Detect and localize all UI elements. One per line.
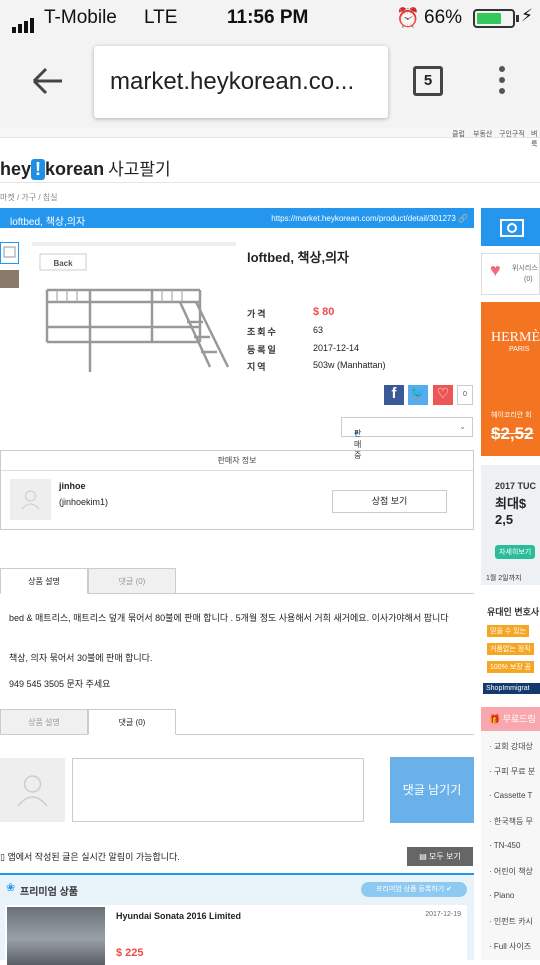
seller-id: (jinhoekim1) <box>59 497 109 507</box>
back-arrow-icon[interactable] <box>28 66 68 96</box>
status-bar: T-Mobile LTE 11:56 PM ⏰ 66% ⚡ <box>0 0 540 36</box>
hermes-ad[interactable]: HERMÈ PARIS 헤이코리안 회 $2,52 <box>481 302 540 456</box>
seller-name: jinhoe <box>59 481 86 491</box>
charging-icon: ⚡ <box>521 6 533 25</box>
spec-key: 가격 <box>247 309 268 319</box>
sidebar-camera-button[interactable] <box>481 208 540 246</box>
list-item[interactable]: · Full 사이즈 <box>489 941 531 952</box>
location-value: 503w (Manhattan) <box>313 360 386 370</box>
battery-icon <box>473 9 515 28</box>
premium-item-price: $ 225 <box>116 947 144 959</box>
list-item[interactable]: · 인펀트 카시 <box>489 916 533 927</box>
clock: 11:56 PM <box>227 7 309 28</box>
seller-header: 판매자 정보 <box>1 451 473 471</box>
top-link[interactable]: 클럽 <box>452 129 465 139</box>
premium-title: 프리미엄 상품 <box>20 887 78 898</box>
view-all-button[interactable]: ▤ 모두 보기 <box>407 847 473 866</box>
phone-icon: ▯ <box>0 852 5 862</box>
premium-item-date: 2017-12-19 <box>425 911 461 918</box>
thumbnail-1[interactable] <box>0 242 19 264</box>
network-type: LTE <box>144 7 178 28</box>
premium-section: ❀ 프리미엄 상품 프리미엄 상품 등록하기 ✔ Hyundai Sonata … <box>0 873 474 965</box>
seller-avatar <box>10 479 51 520</box>
list-item[interactable]: · TN-450 <box>489 841 520 850</box>
tab-description[interactable]: 상품 설명 <box>0 568 88 594</box>
immigration-ad[interactable]: 유대인 변호사 믿을 수 있는 거품없는 정직 100% 보장 꼼 ShopIm… <box>483 603 540 698</box>
spec-key: 조회수 <box>247 327 278 337</box>
seller-info: 판매자 정보 jinhoe (jinhoekim1) 상점 보기 <box>0 450 474 530</box>
section-name: 사고팔기 <box>108 160 171 179</box>
signal-icon <box>12 11 36 33</box>
divider <box>0 182 540 183</box>
facebook-share-icon[interactable]: f <box>384 385 404 405</box>
thumbnail-2[interactable] <box>0 270 19 288</box>
car-image <box>7 907 105 965</box>
tab-comments[interactable]: 댓글 (0) <box>88 709 176 735</box>
chevron-down-icon: ⌄ <box>459 422 466 431</box>
top-link[interactable]: 부동산 <box>473 129 492 139</box>
free-items-list: 🎁 무료드림 · 교회 강대상 · 구피 무료 분 · Cassette T ·… <box>481 707 540 960</box>
url-bar[interactable]: market.heykorean.co... <box>94 46 388 118</box>
tab-switcher-button[interactable]: 5 <box>413 66 443 96</box>
top-link[interactable]: 벼룩 <box>531 129 540 149</box>
like-count: 0 <box>457 385 473 405</box>
sidebar-wishlist[interactable]: ♥ 위시리스 (0) <box>481 253 540 295</box>
like-heart-icon[interactable]: ♡ <box>433 385 453 405</box>
product-title: loftbed, 책상,의자 <box>247 250 349 265</box>
more-menu-icon[interactable] <box>495 66 509 100</box>
description-line: 949 545 3505 문자 주세요 <box>9 679 111 689</box>
listing-bar-title: loftbed, 책상,의자 <box>10 217 86 228</box>
tuc-ad[interactable]: 2017 TUC 최대$ 2,5 자세히보기 1월 2일까지 <box>481 465 540 585</box>
tab-comments[interactable]: 댓글 (0) <box>88 568 176 594</box>
image-label: Back <box>53 259 73 268</box>
free-items-title: 🎁 무료드림 <box>481 707 540 731</box>
sale-status-select[interactable]: ● 판매중 ⌄ <box>341 417 473 460</box>
top-links-bar: 클럽 부동산 구인구직 벼룩 <box>0 128 540 148</box>
description-line: 책상, 의자 묶어서 30불에 판매 합니다. <box>9 653 153 663</box>
top-link[interactable]: 구인구직 <box>499 129 525 139</box>
listing-url-link[interactable]: https://market.heykorean.com/product/det… <box>271 214 468 223</box>
list-item[interactable]: · 어린이 책상 <box>489 866 533 877</box>
date-value: 2017-12-14 <box>313 343 360 353</box>
battery-cap <box>516 15 519 22</box>
commenter-avatar <box>0 758 65 822</box>
price-value: $ 80 <box>313 306 335 318</box>
tab-bar: 상품 설명 댓글 (0) <box>0 568 474 594</box>
premium-item[interactable]: Hyundai Sonata 2016 Limited 2017-12-19 $… <box>5 905 467 965</box>
tab-bar: 상품 설명 댓글 (0) <box>0 709 474 735</box>
product-image[interactable]: Back <box>32 242 236 376</box>
twitter-share-icon[interactable]: 🐦 <box>408 385 428 405</box>
comment-input[interactable] <box>72 758 364 822</box>
listing-title-bar: loftbed, 책상,의자 https://market.heykorean.… <box>0 208 474 228</box>
list-item[interactable]: · Cassette T <box>489 791 532 800</box>
list-item[interactable]: · 교회 강대상 <box>489 741 533 752</box>
browser-toolbar: market.heykorean.co... 5 <box>0 36 540 128</box>
url-text: market.heykorean.co... <box>110 68 355 95</box>
app-notice: ▯ 앱에서 작성된 글은 실시간 알림이 가능합니다. <box>0 852 180 862</box>
carrier: T-Mobile <box>44 7 117 28</box>
list-item[interactable]: · Piano <box>489 891 514 900</box>
alarm-icon: ⏰ <box>396 8 420 29</box>
premium-icon: ❀ <box>6 882 16 894</box>
views-value: 63 <box>313 325 324 335</box>
breadcrumb[interactable]: 마켓 / 가구 / 침실 <box>0 192 58 203</box>
submit-comment-button[interactable]: 댓글 남기기 <box>390 757 474 823</box>
tab-description[interactable]: 상품 설명 <box>0 709 88 735</box>
battery-percent: 66% <box>424 7 463 28</box>
heart-icon: ♥ <box>490 260 501 280</box>
list-item[interactable]: · 구피 무료 분 <box>489 766 535 777</box>
view-store-button[interactable]: 상점 보기 <box>332 490 447 513</box>
premium-item-name: Hyundai Sonata 2016 Limited <box>116 911 242 921</box>
description-line: bed & 매트리스, 매트리스 덮개 묶어서 80불에 판매 합니다 . 5개… <box>9 613 449 623</box>
site-logo[interactable]: hey! korean 사고팔기 <box>0 155 171 180</box>
spec-key: 지역 <box>247 362 268 372</box>
spec-key: 등록일 <box>247 345 278 355</box>
premium-register-button[interactable]: 프리미엄 상품 등록하기 ✔ <box>361 882 467 897</box>
list-item[interactable]: · 한국책등 무 <box>489 816 533 827</box>
